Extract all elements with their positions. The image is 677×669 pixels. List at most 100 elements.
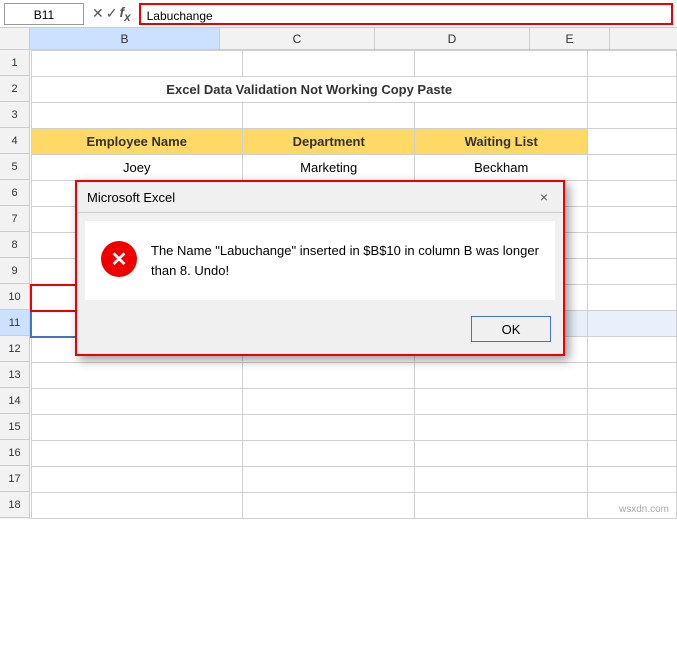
cell-e7[interactable] — [587, 207, 676, 233]
col-header-e[interactable]: E — [530, 28, 610, 49]
cell-d1[interactable] — [415, 51, 588, 77]
cell-c15[interactable] — [242, 415, 415, 441]
cell-c1[interactable] — [242, 51, 415, 77]
cell-d5[interactable]: Beckham — [415, 155, 588, 181]
cell-e9[interactable] — [587, 259, 676, 285]
cell-b1[interactable] — [31, 51, 242, 77]
table-row: Joey Marketing Beckham — [31, 155, 677, 181]
cell-e11[interactable] — [587, 311, 676, 337]
grid-area: 1 2 3 4 5 6 7 8 9 10 11 12 13 14 15 16 1… — [0, 50, 677, 519]
row-num-4[interactable]: 4 — [0, 128, 29, 154]
dialog-body: ✕ The Name "Labuchange" inserted in $B$1… — [85, 221, 555, 300]
error-icon: ✕ — [101, 241, 137, 277]
row-num-8[interactable]: 8 — [0, 232, 29, 258]
row-num-9[interactable]: 9 — [0, 258, 29, 284]
cell-e13[interactable] — [587, 363, 676, 389]
cell-c3[interactable] — [242, 103, 415, 129]
row-num-16[interactable]: 16 — [0, 440, 29, 466]
header-employee: Employee Name — [31, 129, 242, 155]
dialog-footer: OK — [77, 308, 563, 354]
table-row — [31, 103, 677, 129]
table-row — [31, 467, 677, 493]
cancel-icon[interactable]: ✕ — [92, 5, 104, 22]
cell-b15[interactable] — [31, 415, 242, 441]
cell-b3[interactable] — [31, 103, 242, 129]
cell-e5[interactable] — [587, 155, 676, 181]
cell-e16[interactable] — [587, 441, 676, 467]
cell-c5[interactable]: Marketing — [242, 155, 415, 181]
cell-b17[interactable] — [31, 467, 242, 493]
row-num-6[interactable]: 6 — [0, 180, 29, 206]
col-header-a[interactable] — [0, 28, 30, 49]
cell-d15[interactable] — [415, 415, 588, 441]
column-headers: B C D E — [0, 28, 677, 50]
ok-button[interactable]: OK — [471, 316, 551, 342]
cell-e10[interactable] — [587, 285, 676, 311]
cell-e3[interactable] — [587, 103, 676, 129]
cell-d13[interactable] — [415, 363, 588, 389]
row-num-1[interactable]: 1 — [0, 50, 29, 76]
row-num-7[interactable]: 7 — [0, 206, 29, 232]
formula-bar-row: B11 ✕ ✓ fx Labuchange — [0, 0, 677, 28]
cell-e2[interactable] — [587, 77, 676, 103]
cell-e4[interactable] — [587, 129, 676, 155]
row-num-2[interactable]: 2 — [0, 76, 29, 102]
table-row — [31, 51, 677, 77]
row-num-11[interactable]: 11 — [0, 310, 29, 336]
row-num-12[interactable]: 12 — [0, 336, 29, 362]
col-header-c[interactable]: C — [220, 28, 375, 49]
row-num-17[interactable]: 17 — [0, 466, 29, 492]
col-header-b[interactable]: B — [30, 28, 220, 49]
row-num-15[interactable]: 15 — [0, 414, 29, 440]
row-num-13[interactable]: 13 — [0, 362, 29, 388]
cell-e14[interactable] — [587, 389, 676, 415]
table-row — [31, 441, 677, 467]
row-num-10[interactable]: 10 — [0, 284, 29, 310]
cell-e12[interactable] — [587, 337, 676, 363]
name-box[interactable]: B11 — [4, 3, 84, 25]
dialog-close-button[interactable]: × — [535, 188, 553, 206]
watermark: wsxdn.com — [619, 504, 669, 515]
row-num-3[interactable]: 3 — [0, 102, 29, 128]
dialog-title: Microsoft Excel — [87, 190, 175, 205]
table-row — [31, 415, 677, 441]
header-department: Department — [242, 129, 415, 155]
cell-d16[interactable] — [415, 441, 588, 467]
cell-b5[interactable]: Joey — [31, 155, 242, 181]
confirm-icon[interactable]: ✓ — [106, 5, 118, 22]
cell-c14[interactable] — [242, 389, 415, 415]
row-numbers: 1 2 3 4 5 6 7 8 9 10 11 12 13 14 15 16 1… — [0, 50, 30, 519]
cell-e8[interactable] — [587, 233, 676, 259]
row-num-5[interactable]: 5 — [0, 154, 29, 180]
cell-e6[interactable] — [587, 181, 676, 207]
cell-b13[interactable] — [31, 363, 242, 389]
cell-b16[interactable] — [31, 441, 242, 467]
cell-d14[interactable] — [415, 389, 588, 415]
table-row: Excel Data Validation Not Working Copy P… — [31, 77, 677, 103]
cell-d3[interactable] — [415, 103, 588, 129]
cell-d18[interactable] — [415, 493, 588, 519]
table-row: Employee Name Department Waiting List — [31, 129, 677, 155]
function-icon[interactable]: fx — [119, 4, 130, 24]
table-row — [31, 363, 677, 389]
row-num-18[interactable]: 18 — [0, 492, 29, 518]
cell-c18[interactable] — [242, 493, 415, 519]
cell-e17[interactable] — [587, 467, 676, 493]
table-row — [31, 493, 677, 519]
cell-b18[interactable] — [31, 493, 242, 519]
cell-e15[interactable] — [587, 415, 676, 441]
cell-d17[interactable] — [415, 467, 588, 493]
formula-input[interactable]: Labuchange — [139, 3, 673, 25]
cell-e1[interactable] — [587, 51, 676, 77]
col-header-d[interactable]: D — [375, 28, 530, 49]
row-num-14[interactable]: 14 — [0, 388, 29, 414]
dialog-message: The Name "Labuchange" inserted in $B$10 … — [151, 241, 539, 280]
error-dialog: Microsoft Excel × ✕ The Name "Labuchange… — [75, 180, 565, 356]
cell-c13[interactable] — [242, 363, 415, 389]
grid-content: Excel Data Validation Not Working Copy P… — [30, 50, 677, 519]
formula-bar-icons: ✕ ✓ fx — [88, 4, 135, 24]
header-waiting: Waiting List — [415, 129, 588, 155]
cell-b14[interactable] — [31, 389, 242, 415]
cell-c17[interactable] — [242, 467, 415, 493]
cell-c16[interactable] — [242, 441, 415, 467]
